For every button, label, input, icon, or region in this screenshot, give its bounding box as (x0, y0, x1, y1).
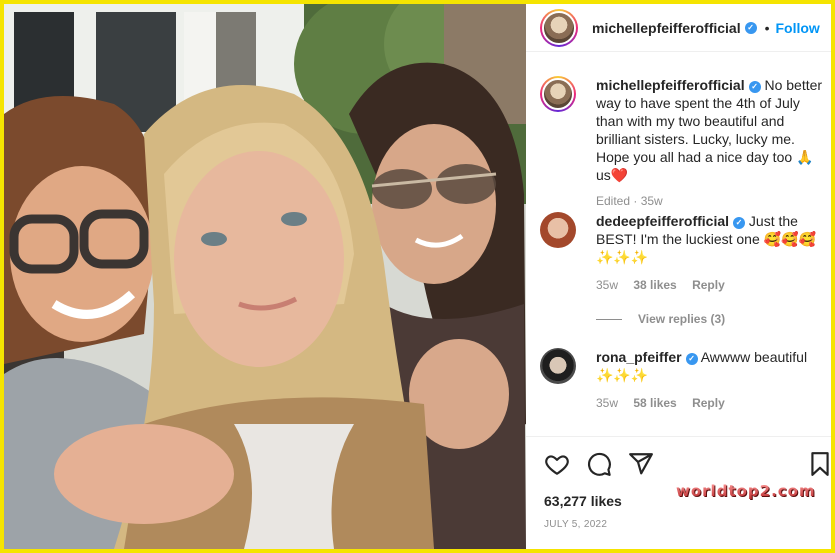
comment-icon[interactable] (586, 451, 612, 477)
comment-time: 35w (596, 396, 619, 410)
comments-section: michellepfeifferofficial ✓ No better way … (526, 64, 831, 434)
comment-likes[interactable]: 38 likes (633, 278, 676, 292)
comment-body: rona_pfeiffer ✓ Awwww beautiful ✨✨✨ (596, 348, 828, 384)
heart-icon[interactable] (544, 451, 570, 477)
comment-meta: 35w 38 likes Reply (596, 278, 828, 292)
likes-count[interactable]: 63,277 likes (544, 493, 622, 509)
bookmark-icon[interactable] (807, 451, 833, 477)
caption-avatar[interactable] (540, 76, 576, 112)
post-date: JULY 5, 2022 (544, 519, 608, 530)
caption: michellepfeifferofficial ✓ No better way … (540, 76, 828, 208)
view-replies-label: View replies (3) (638, 312, 726, 326)
comment-time: 35w (596, 278, 619, 292)
author-username[interactable]: michellepfeifferofficial (592, 20, 741, 36)
post-header: michellepfeifferofficial ✓ • Follow (526, 4, 831, 52)
photo-illustration (4, 4, 526, 549)
comment-username[interactable]: rona_pfeiffer (596, 349, 682, 365)
comment-username[interactable]: dedeepfeifferofficial (596, 213, 729, 229)
reply-button[interactable]: Reply (692, 278, 725, 292)
post-details-panel: michellepfeifferofficial ✓ • Follow mich… (526, 4, 831, 549)
follow-button[interactable]: Follow (776, 20, 820, 36)
comment-likes[interactable]: 58 likes (633, 396, 676, 410)
replies-divider (596, 318, 622, 320)
share-icon[interactable] (628, 451, 654, 477)
caption-meta: Edited · 35w (596, 194, 663, 208)
comment-avatar[interactable] (540, 348, 576, 384)
verified-badge-icon: ✓ (748, 81, 761, 93)
comment-item: rona_pfeiffer ✓ Awwww beautiful ✨✨✨ 35w 5… (540, 348, 828, 410)
comment-body: dedeepfeifferofficial ✓ Just the BEST! I'… (596, 212, 828, 266)
post-photo[interactable] (4, 4, 526, 549)
screenshot-frame: michellepfeifferofficial ✓ • Follow mich… (0, 0, 835, 553)
header-separator: • (764, 19, 770, 36)
author-avatar[interactable] (540, 8, 578, 47)
verified-badge-icon: ✓ (685, 353, 698, 365)
comment-meta: 35w 58 likes Reply (596, 396, 828, 410)
verified-badge-icon: ✓ (744, 21, 757, 34)
comment-item: dedeepfeifferofficial ✓ Just the BEST! I'… (540, 212, 828, 292)
view-replies-button[interactable]: View replies (3) (596, 312, 725, 326)
watermark-text: worldtop2.com (676, 482, 816, 500)
caption-username[interactable]: michellepfeifferofficial (596, 77, 745, 93)
verified-badge-icon: ✓ (733, 217, 746, 229)
reply-button[interactable]: Reply (692, 396, 725, 410)
caption-body: michellepfeifferofficial ✓ No better way … (596, 76, 828, 184)
action-icons (544, 451, 654, 477)
comment-avatar[interactable] (540, 212, 576, 248)
